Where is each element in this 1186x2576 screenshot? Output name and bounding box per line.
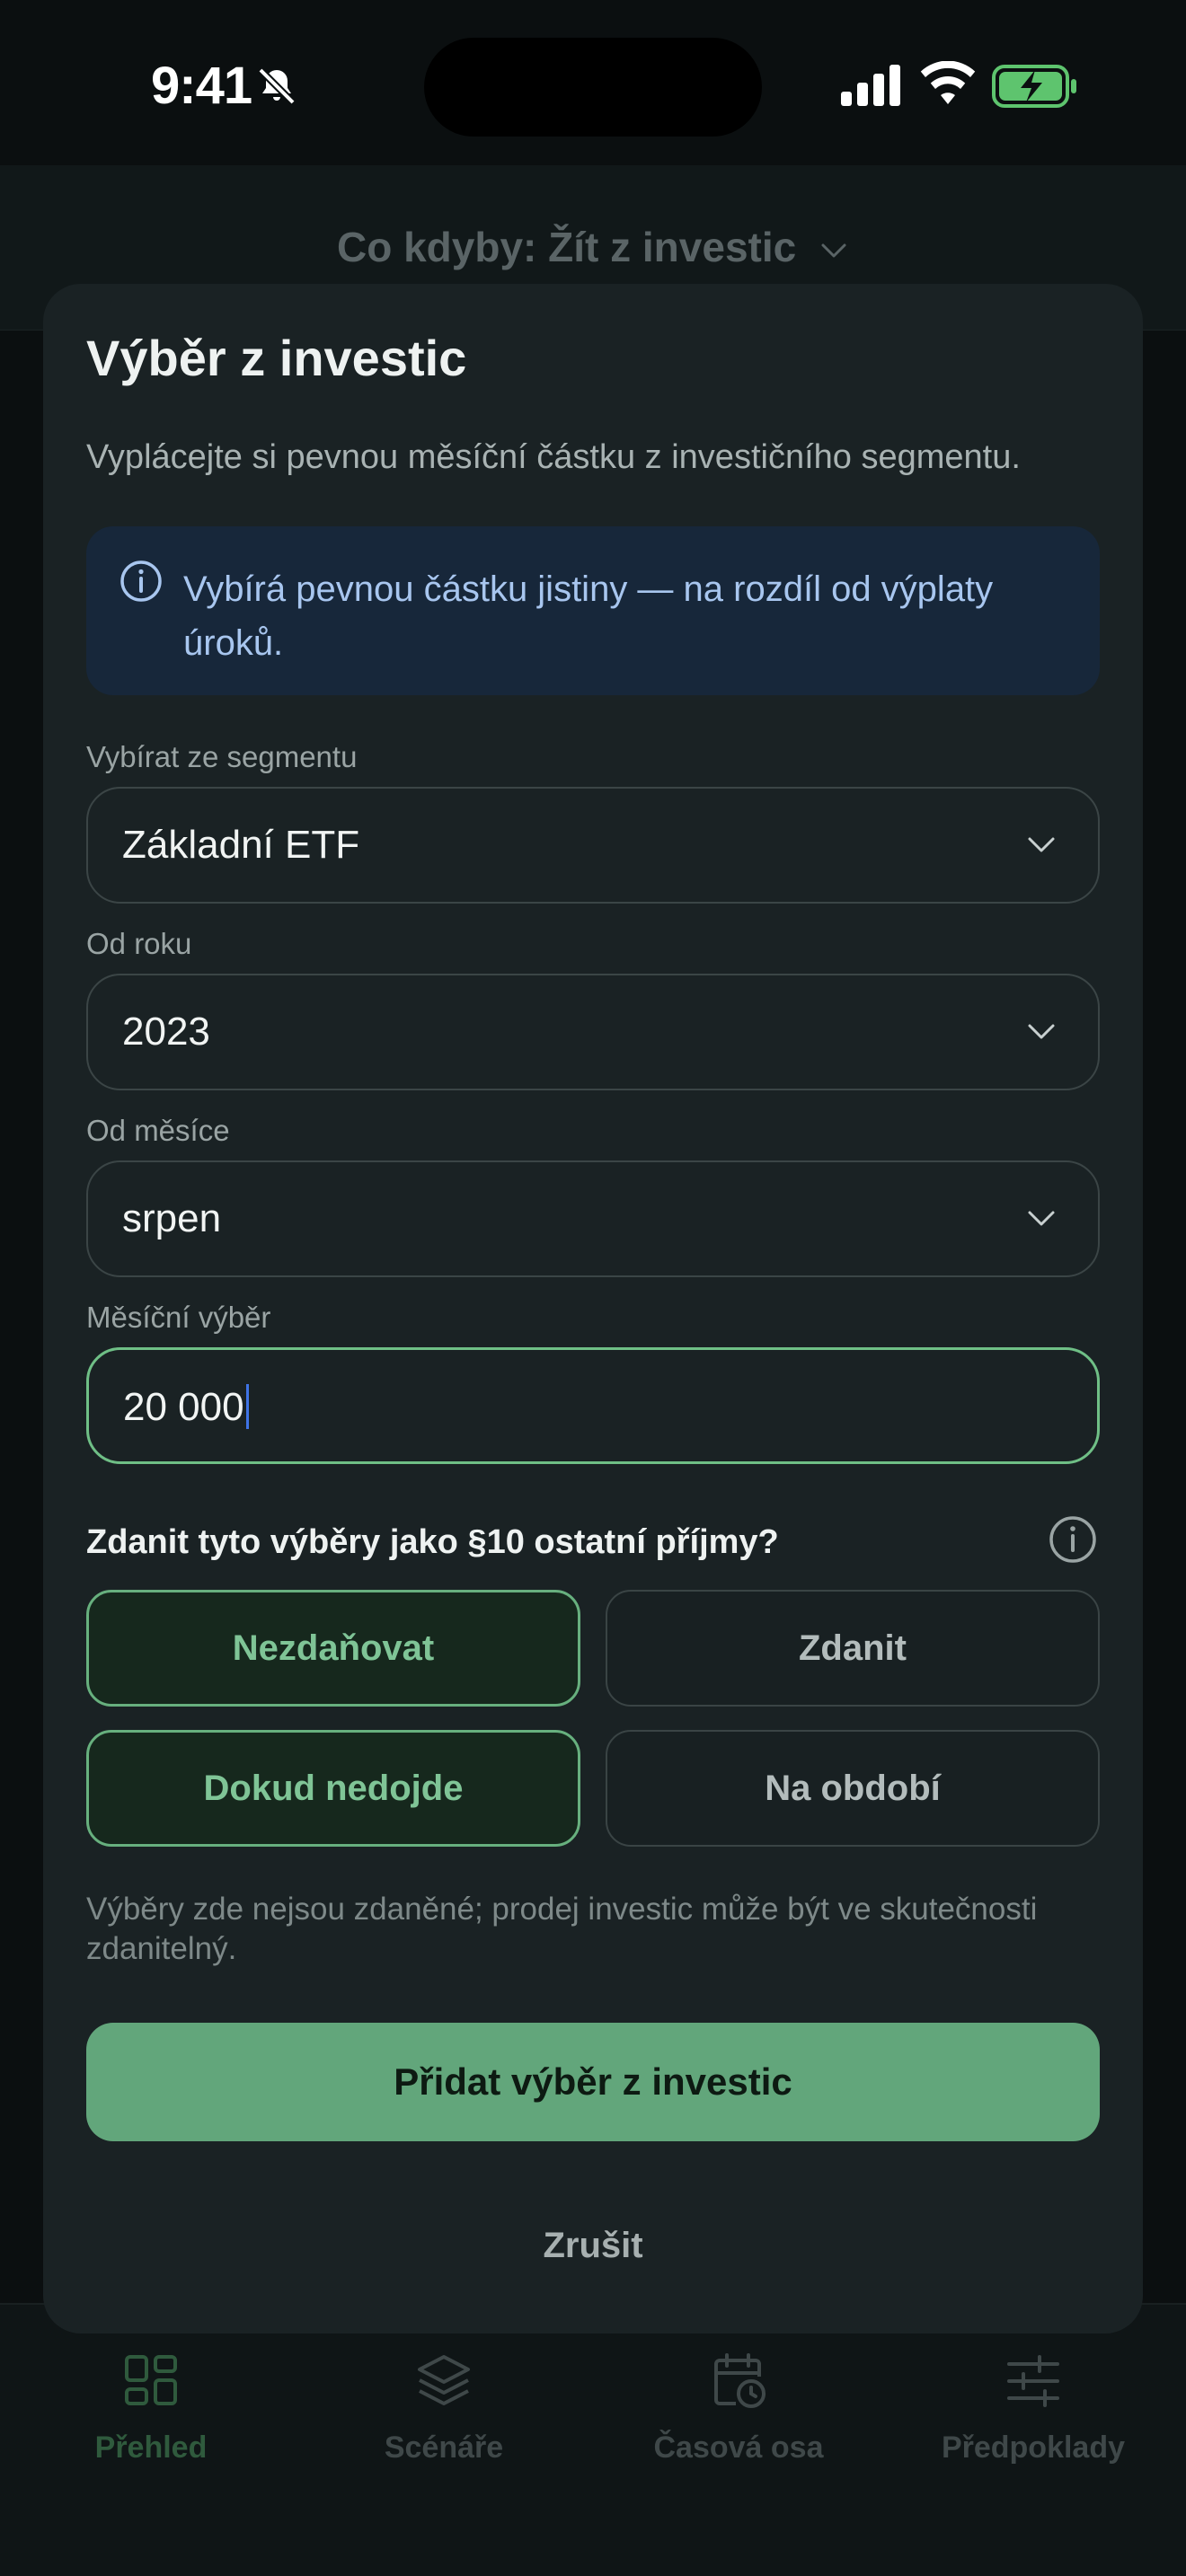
option-na-obdobi[interactable]: Na období <box>606 1730 1100 1847</box>
tax-note: Výběry zde nejsou zdaněné; prodej invest… <box>86 1892 1038 1966</box>
cellular-signal-icon <box>841 65 900 106</box>
tab-label: Scénáře <box>384 2430 504 2465</box>
chevron-down-icon <box>1028 837 1055 852</box>
chevron-down-icon <box>1028 1024 1055 1039</box>
text-caret <box>245 1384 249 1429</box>
month-select-value: srpen <box>122 1196 222 1240</box>
sliders-icon <box>1007 2355 1059 2407</box>
month-label: Od měsíce <box>86 1114 230 1147</box>
info-callout-text: Vybírá pevnou částku jistiny — na rozdíl… <box>183 569 994 663</box>
tab-predpoklady[interactable]: Předpoklady <box>890 2351 1177 2466</box>
option-nezdanovat[interactable]: Nezdaňovat <box>86 1590 580 1707</box>
status-bar: 9:41 <box>0 0 1186 165</box>
status-time: 9:41 <box>151 57 252 115</box>
withdrawal-sheet: Výběr z investic Vyplácejte si pevnou mě… <box>43 284 1143 2333</box>
monthly-amount-value: 20 000 <box>123 1384 249 1430</box>
info-callout: Vybírá pevnou částku jistiny — na rozdíl… <box>86 526 1100 695</box>
year-select-value: 2023 <box>122 1010 210 1054</box>
page-title-text: Co kdyby: Žít z investic <box>337 224 797 270</box>
cancel-button[interactable]: Zrušit <box>86 2201 1100 2290</box>
monthly-amount-input[interactable]: 20 000 <box>86 1347 1100 1464</box>
grid-icon <box>125 2355 177 2405</box>
sheet-subtitle: Vyplácejte si pevnou měsíční částku z in… <box>86 438 1021 476</box>
chevron-down-icon <box>1028 1211 1055 1226</box>
layers-icon <box>418 2355 470 2405</box>
segment-select-value: Základní ETF <box>122 823 360 867</box>
calendar-clock-icon <box>714 2353 766 2408</box>
segment-select[interactable]: Základní ETF <box>86 787 1100 904</box>
screen: 9:41 Co kdyby: Žít z investic Přehled Sc… <box>0 0 1186 2576</box>
option-dokud-nedojde[interactable]: Dokud nedojde <box>86 1730 580 1847</box>
add-withdrawal-button[interactable]: Přidat výběr z investic <box>86 2023 1100 2141</box>
info-icon[interactable] <box>1048 1514 1098 1565</box>
tab-label: Přehled <box>94 2430 208 2465</box>
year-label: Od roku <box>86 927 192 960</box>
month-select[interactable]: srpen <box>86 1160 1100 1277</box>
tab-label: Předpoklady <box>941 2430 1126 2465</box>
wifi-icon <box>920 61 976 104</box>
tab-casova-osa[interactable]: Časová osa <box>595 2351 882 2466</box>
info-icon <box>120 560 162 602</box>
page-title[interactable]: Co kdyby: Žít z investic <box>0 223 1186 271</box>
tax-question: Zdanit tyto výběry jako §10 ostatní příj… <box>86 1523 779 1561</box>
tab-label: Časová osa <box>653 2430 824 2465</box>
bell-muted-icon <box>258 67 296 105</box>
tab-scenare[interactable]: Scénáře <box>300 2351 588 2466</box>
battery-charging-icon <box>992 65 1076 108</box>
dynamic-island <box>424 38 762 137</box>
chevron-down-icon <box>821 243 846 258</box>
tab-prehled[interactable]: Přehled <box>7 2341 295 2466</box>
sheet-title: Výběr z investic <box>86 330 467 386</box>
segment-label: Vybírat ze segmentu <box>86 740 358 773</box>
option-zdanit[interactable]: Zdanit <box>606 1590 1100 1707</box>
amount-label: Měsíční výběr <box>86 1301 271 1334</box>
year-select[interactable]: 2023 <box>86 974 1100 1090</box>
